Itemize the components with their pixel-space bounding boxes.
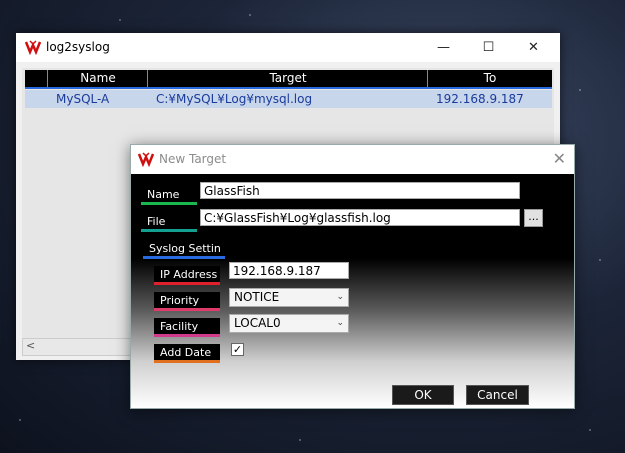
facility-label: Facility	[154, 318, 220, 337]
ip-address-label: IP Address	[154, 266, 220, 285]
new-target-dialog: New Target ✕ Name GlassFish File C:¥Glas…	[130, 144, 575, 409]
app-logo-icon	[138, 151, 154, 167]
file-label: File	[141, 213, 197, 232]
cancel-button[interactable]: Cancel	[466, 385, 529, 405]
row-target: C:¥MySQL¥Log¥mysql.log	[156, 92, 313, 106]
horizontal-scrollbar[interactable]: <	[22, 338, 144, 356]
main-window-title: log2syslog	[46, 40, 110, 54]
row-to: 192.168.9.187	[436, 92, 524, 106]
dialog-body: Name GlassFish File C:¥GlassFish¥Log¥gla…	[131, 174, 574, 408]
dialog-title: New Target	[159, 152, 227, 166]
name-input[interactable]: GlassFish	[200, 182, 520, 199]
file-input[interactable]: C:¥GlassFish¥Log¥glassfish.log	[200, 209, 520, 226]
priority-label: Priority	[154, 292, 220, 311]
main-titlebar[interactable]: log2syslog — ☐ ✕	[16, 33, 560, 62]
dialog-close-icon[interactable]: ✕	[553, 149, 566, 168]
maximize-button[interactable]: ☐	[466, 33, 511, 62]
scroll-left-icon[interactable]: <	[26, 339, 35, 352]
column-header-name[interactable]: Name	[47, 70, 148, 87]
app-logo-icon	[25, 39, 41, 55]
minimize-icon: —	[437, 40, 450, 55]
ok-button[interactable]: OK	[392, 385, 454, 405]
maximize-icon: ☐	[482, 40, 495, 55]
priority-value: NOTICE	[234, 290, 280, 304]
column-header-to[interactable]: To	[427, 70, 552, 87]
chevron-down-icon: ⌄	[336, 292, 344, 302]
add-date-checkbox[interactable]: ✓	[231, 343, 244, 356]
facility-select[interactable]: LOCAL0 ⌄	[229, 314, 349, 333]
header-underline	[25, 87, 552, 89]
row-name: MySQL-A	[56, 92, 110, 106]
ip-address-input[interactable]: 192.168.9.187	[229, 262, 349, 279]
close-icon: ✕	[528, 40, 539, 55]
name-label: Name	[141, 186, 197, 205]
table-row[interactable]: MySQL-A C:¥MySQL¥Log¥mysql.log 192.168.9…	[25, 90, 552, 108]
list-header: Name Target To	[25, 70, 552, 87]
priority-select[interactable]: NOTICE ⌄	[229, 288, 349, 307]
close-button[interactable]: ✕	[511, 33, 556, 62]
syslog-settings-label: Syslog Settin	[143, 240, 225, 259]
column-header-target[interactable]: Target	[147, 70, 428, 87]
chevron-down-icon: ⌄	[336, 318, 344, 328]
browse-button[interactable]: ...	[524, 209, 543, 227]
dialog-titlebar[interactable]: New Target ✕	[131, 145, 574, 174]
facility-value: LOCAL0	[234, 316, 281, 330]
add-date-label: Add Date	[154, 344, 220, 363]
minimize-button[interactable]: —	[421, 33, 466, 62]
header-spacer	[25, 70, 47, 87]
